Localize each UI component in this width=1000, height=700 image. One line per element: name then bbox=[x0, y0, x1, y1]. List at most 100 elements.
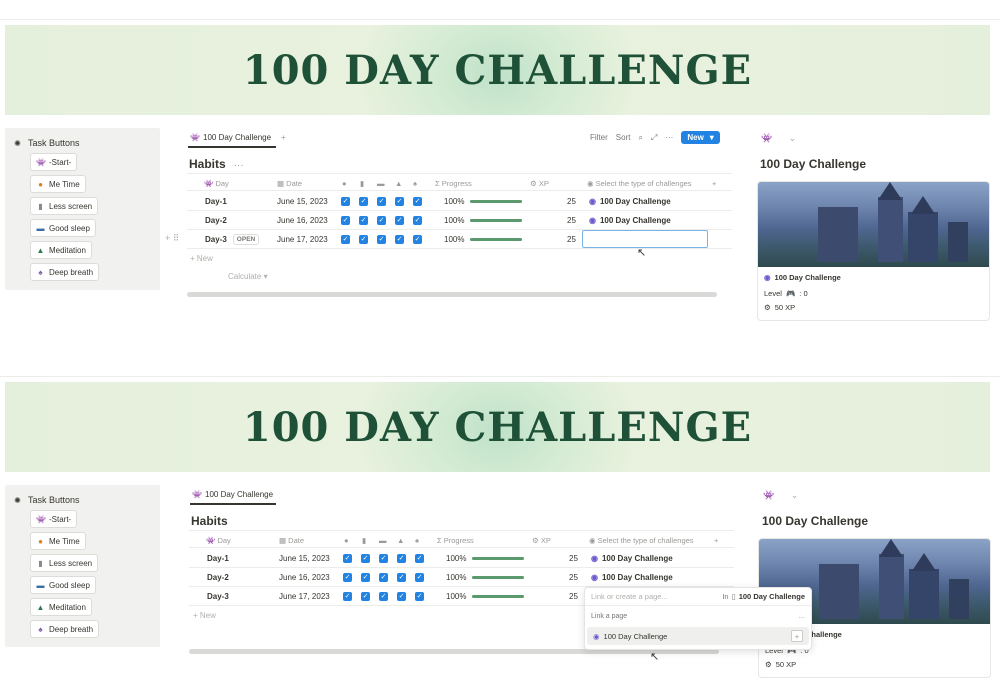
day-cell[interactable]: Day-3 bbox=[207, 587, 229, 605]
more-icon[interactable]: ... bbox=[799, 611, 805, 620]
column-challenge[interactable]: ◉ Select the type of challenges bbox=[589, 531, 694, 549]
date-cell[interactable]: June 16, 2023 bbox=[277, 211, 328, 229]
checkbox[interactable]: ✓ bbox=[341, 230, 350, 248]
more-icon[interactable]: ··· bbox=[234, 160, 244, 171]
table-row[interactable]: Day-1 June 15, 2023 ✓ ✓ ✓ ✓ ✓ 100% 25 ◉ 100 Day Ch… bbox=[189, 549, 734, 568]
date-cell[interactable]: June 15, 2023 bbox=[277, 192, 328, 210]
checkbox[interactable]: ✓ bbox=[341, 192, 350, 210]
column-good-sleep[interactable]: ▬ bbox=[377, 174, 385, 192]
day-cell[interactable]: Day-2 bbox=[205, 211, 227, 229]
page-icon-row[interactable]: 👾 ⌄ bbox=[763, 490, 798, 501]
calculate-button[interactable]: Calculate ▾ bbox=[228, 272, 268, 281]
checkbox[interactable]: ✓ bbox=[415, 587, 424, 605]
day-cell[interactable]: Day-1 bbox=[207, 549, 229, 567]
card-link[interactable]: ◉100 Day Challenge bbox=[764, 273, 841, 282]
day-cell[interactable]: Day-1 bbox=[205, 192, 227, 210]
checkbox[interactable]: ✓ bbox=[379, 549, 388, 567]
checkbox[interactable]: ✓ bbox=[413, 211, 422, 229]
checkbox[interactable]: ✓ bbox=[343, 587, 352, 605]
checkbox[interactable]: ✓ bbox=[343, 568, 352, 586]
column-progress[interactable]: Σ Progress bbox=[437, 531, 474, 549]
column-good-sleep[interactable]: ▬ bbox=[379, 531, 387, 549]
sort-button[interactable]: Sort bbox=[616, 133, 631, 142]
date-cell[interactable]: June 17, 2023 bbox=[277, 230, 328, 248]
add-icon[interactable]: + bbox=[791, 630, 803, 642]
good-sleep-button[interactable]: ▬ Good sleep bbox=[30, 219, 96, 237]
column-day[interactable]: 👾 Day bbox=[206, 531, 231, 549]
new-button[interactable]: New ▾ bbox=[681, 131, 720, 144]
checkbox[interactable]: ✓ bbox=[395, 211, 404, 229]
more-icon[interactable]: ··· bbox=[665, 133, 673, 142]
drag-handle-icon[interactable]: + ⠿ bbox=[165, 233, 179, 244]
checkbox[interactable]: ✓ bbox=[397, 549, 406, 567]
checkbox[interactable]: ✓ bbox=[413, 230, 422, 248]
open-button[interactable]: OPEN bbox=[232, 233, 260, 245]
page-icon-row[interactable]: 👾 ⌄ bbox=[761, 133, 796, 144]
filter-button[interactable]: Filter bbox=[590, 133, 608, 142]
date-cell[interactable]: June 15, 2023 bbox=[279, 549, 330, 567]
less-screen-button[interactable]: ▮ Less screen bbox=[30, 554, 99, 572]
table-row[interactable]: Day-1 June 15, 2023 ✓ ✓ ✓ ✓ ✓ 100% 25 ◉ 100 Day Ch… bbox=[187, 192, 732, 211]
me-time-button[interactable]: ● Me Time bbox=[30, 532, 86, 550]
good-sleep-button[interactable]: ▬ Good sleep bbox=[30, 576, 96, 594]
meditation-button[interactable]: ▲ Meditation bbox=[30, 598, 92, 616]
checkbox[interactable]: ✓ bbox=[395, 230, 404, 248]
checkbox[interactable]: ✓ bbox=[359, 230, 368, 248]
checkbox[interactable]: ✓ bbox=[359, 211, 368, 229]
checkbox[interactable]: ✓ bbox=[361, 568, 370, 586]
challenge-cell[interactable]: ◉ 100 Day Challenge bbox=[589, 192, 671, 210]
checkbox[interactable]: ✓ bbox=[397, 587, 406, 605]
add-column-icon[interactable]: + bbox=[712, 174, 716, 192]
tab-100-day-challenge[interactable]: 👾 100 Day Challenge bbox=[192, 490, 273, 499]
column-less-screen[interactable]: ▮ bbox=[360, 174, 364, 192]
column-me-time[interactable]: ● bbox=[342, 174, 347, 192]
date-cell[interactable]: June 17, 2023 bbox=[279, 587, 330, 605]
column-deep-breath[interactable]: ♠ bbox=[415, 531, 419, 549]
deep-breath-button[interactable]: ♠ Deep breath bbox=[30, 263, 100, 281]
column-progress[interactable]: Σ Progress bbox=[435, 174, 472, 192]
popup-option[interactable]: ◉ 100 Day Challenge + bbox=[587, 627, 809, 645]
checkbox[interactable]: ✓ bbox=[397, 568, 406, 586]
table-row[interactable]: Day-2 June 16, 2023 ✓ ✓ ✓ ✓ ✓ 100% 25 ◉ 100 Day Ch… bbox=[187, 211, 732, 230]
add-view-icon[interactable]: + bbox=[281, 133, 286, 142]
column-challenge[interactable]: ◉ Select the type of challenges bbox=[587, 174, 692, 192]
meditation-button[interactable]: ▲ Meditation bbox=[30, 241, 92, 259]
day-cell[interactable]: Day-3 OPEN bbox=[205, 230, 260, 248]
checkbox[interactable]: ✓ bbox=[413, 192, 422, 210]
column-xp[interactable]: ⚙ XP bbox=[530, 174, 549, 192]
checkbox[interactable]: ✓ bbox=[377, 230, 386, 248]
table-row[interactable]: Day-3 OPEN June 17, 2023 ✓ ✓ ✓ ✓ ✓ 100% 25 bbox=[187, 230, 732, 249]
column-me-time[interactable]: ● bbox=[344, 531, 349, 549]
checkbox[interactable]: ✓ bbox=[379, 587, 388, 605]
column-xp[interactable]: ⚙ XP bbox=[532, 531, 551, 549]
checkbox[interactable]: ✓ bbox=[343, 549, 352, 567]
checkbox[interactable]: ✓ bbox=[377, 211, 386, 229]
column-day[interactable]: 👾 Day bbox=[204, 174, 229, 192]
column-date[interactable]: ▦ Date bbox=[277, 174, 302, 192]
start-button[interactable]: 👾 -Start- bbox=[30, 153, 78, 171]
checkbox[interactable]: ✓ bbox=[415, 568, 424, 586]
column-date[interactable]: ▦ Date bbox=[279, 531, 304, 549]
challenge-cell[interactable]: ◉ 100 Day Challenge bbox=[591, 549, 673, 567]
checkbox[interactable]: ✓ bbox=[415, 549, 424, 567]
search-icon[interactable]: ⌕ bbox=[638, 133, 642, 143]
checkbox[interactable]: ✓ bbox=[379, 568, 388, 586]
start-button[interactable]: 👾 -Start- bbox=[30, 510, 78, 528]
me-time-button[interactable]: ● Me Time bbox=[30, 175, 86, 193]
column-meditation[interactable]: ▲ bbox=[397, 531, 404, 549]
checkbox[interactable]: ✓ bbox=[395, 192, 404, 210]
expand-icon[interactable]: ⤢ bbox=[651, 133, 657, 143]
checkbox[interactable]: ✓ bbox=[361, 549, 370, 567]
new-row-button[interactable]: + New bbox=[190, 254, 213, 263]
tab-100-day-challenge[interactable]: 👾 100 Day Challenge + bbox=[190, 133, 286, 142]
day-cell[interactable]: Day-2 bbox=[207, 568, 229, 586]
new-row-button[interactable]: + New bbox=[193, 611, 216, 620]
less-screen-button[interactable]: ▮ Less screen bbox=[30, 197, 99, 215]
table-row[interactable]: Day-2 June 16, 2023 ✓ ✓ ✓ ✓ ✓ 100% 25 ◉ 100 Day Ch… bbox=[189, 568, 734, 587]
checkbox[interactable]: ✓ bbox=[359, 192, 368, 210]
horizontal-scrollbar[interactable] bbox=[187, 292, 717, 297]
add-column-icon[interactable]: + bbox=[714, 531, 718, 549]
popup-search-input[interactable]: Link or create a page... bbox=[591, 592, 668, 601]
challenge-cell[interactable]: ◉ 100 Day Challenge bbox=[589, 211, 671, 229]
column-less-screen[interactable]: ▮ bbox=[362, 531, 366, 549]
